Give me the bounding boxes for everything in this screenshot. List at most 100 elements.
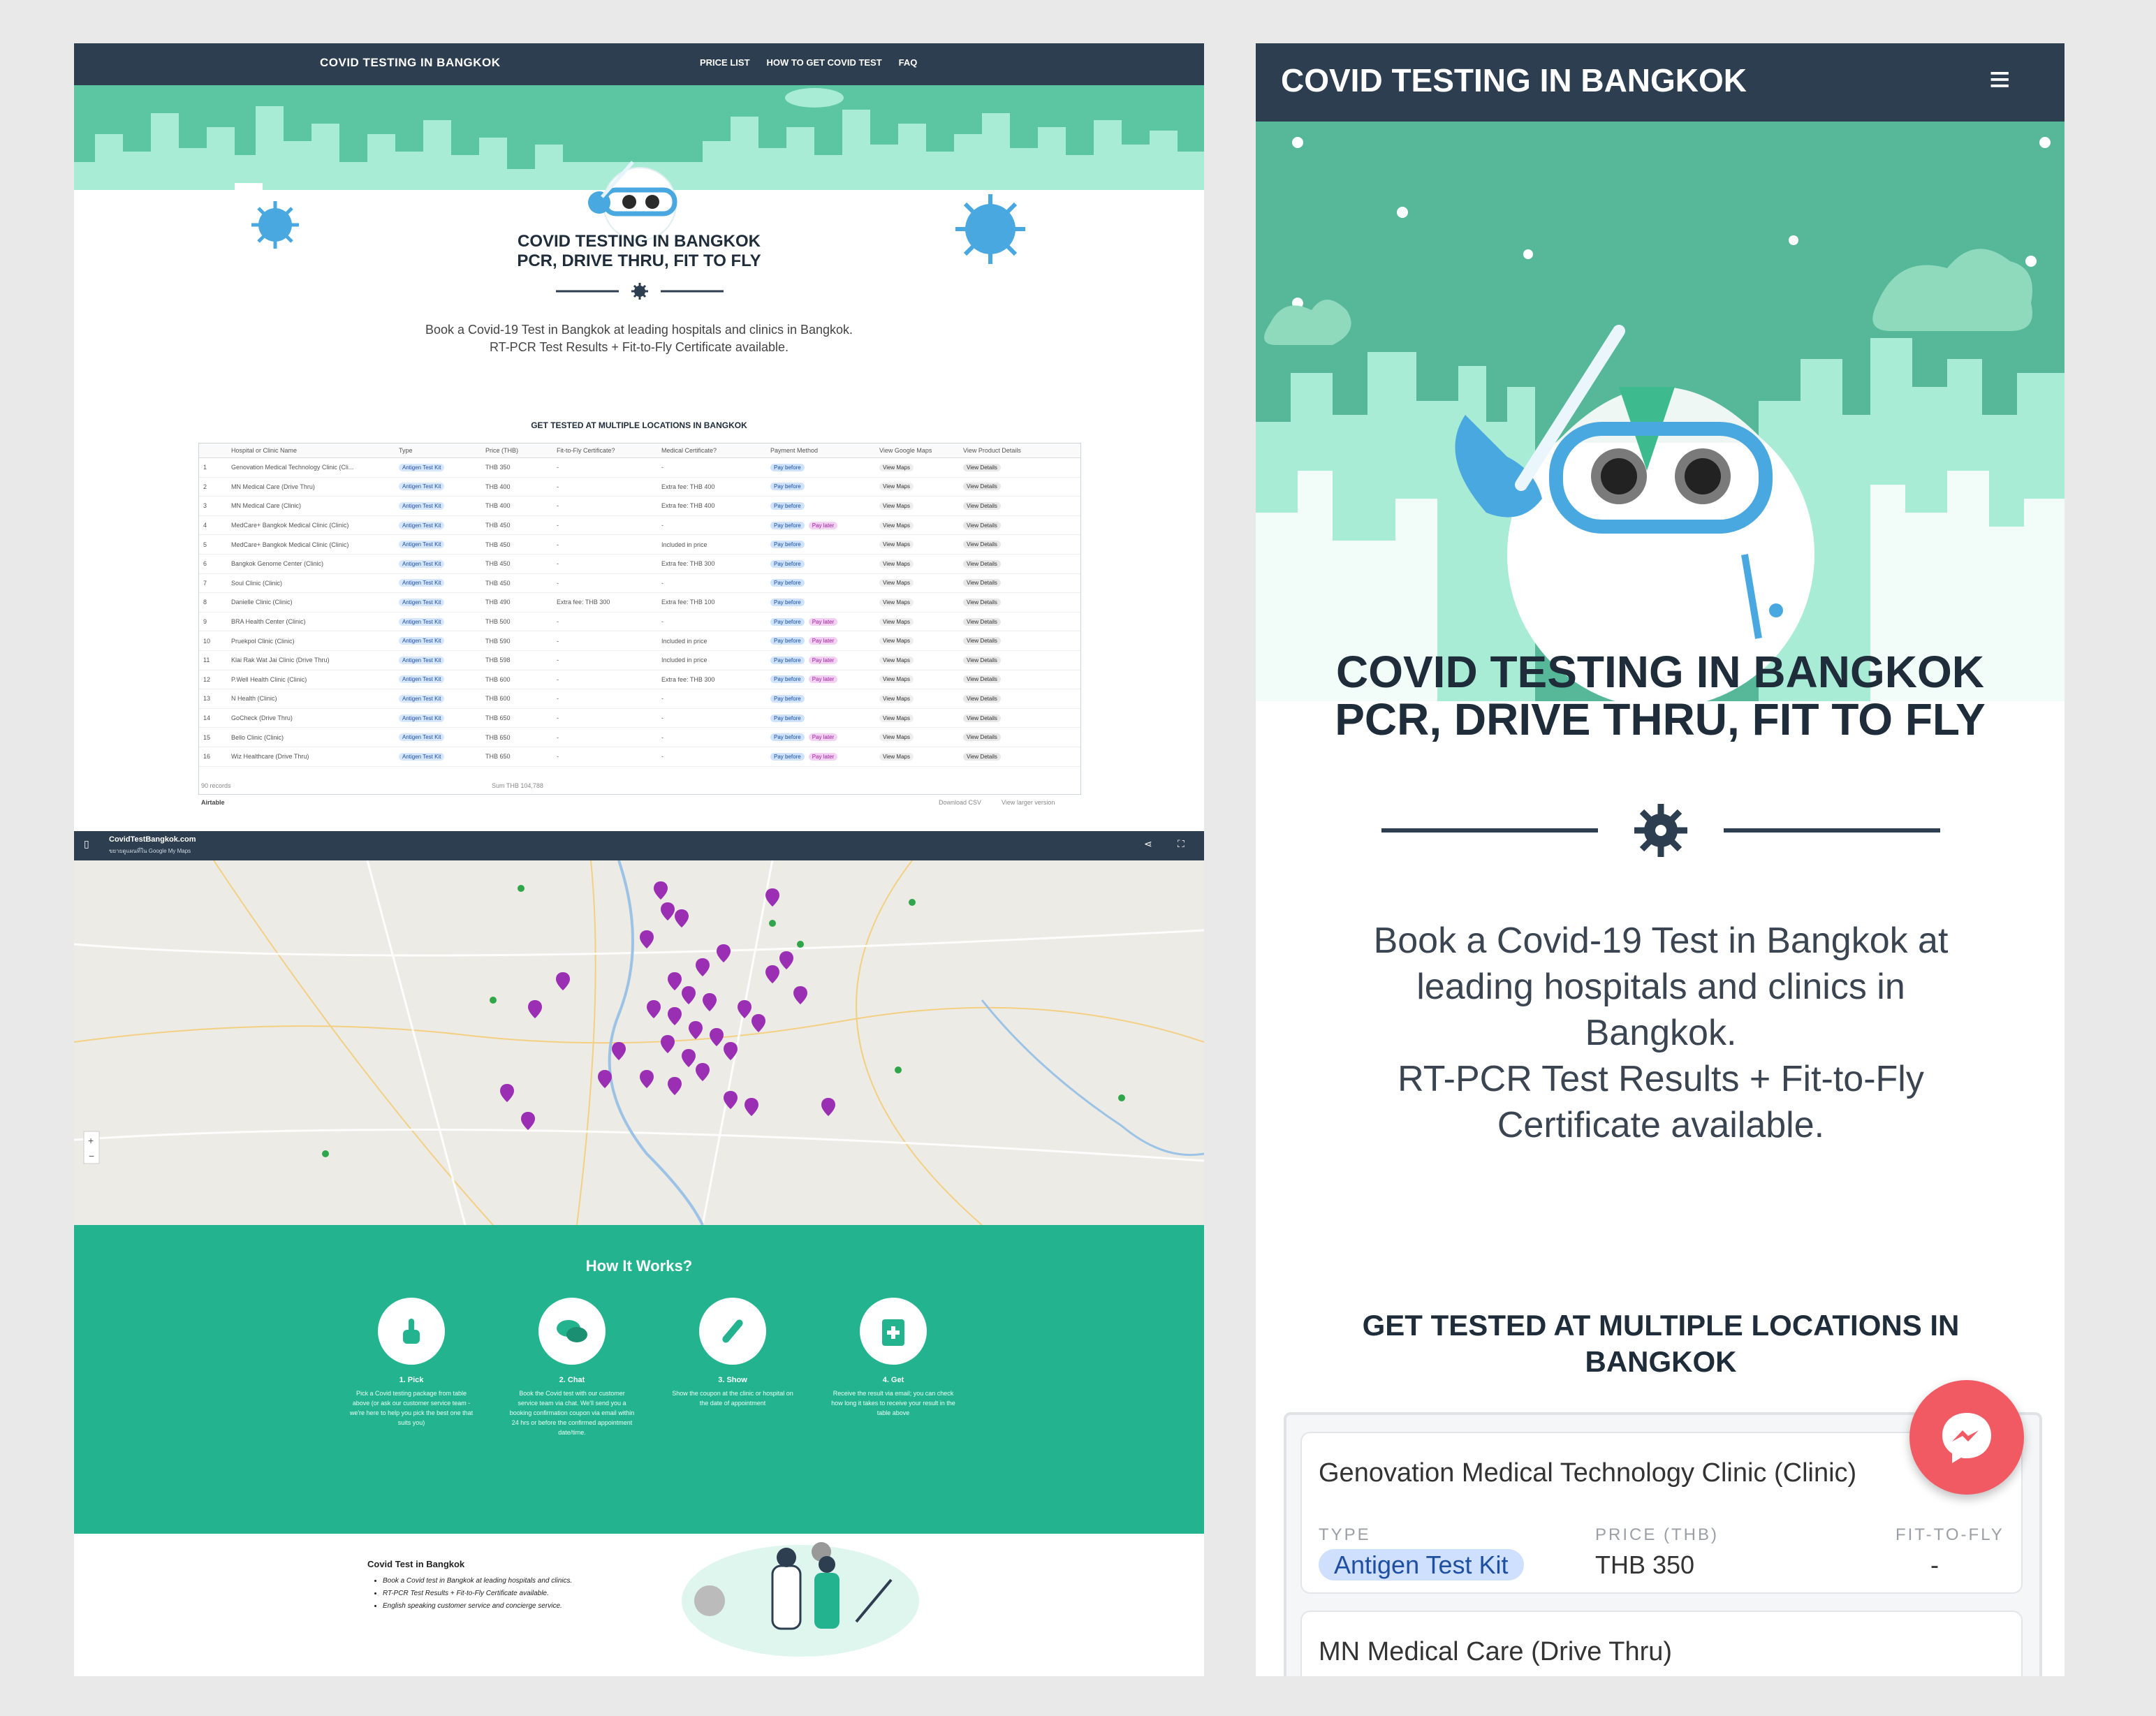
desktop-page-title: COVID TESTING IN BANGKOK PCR, DRIVE THRU…: [517, 232, 761, 270]
view-maps-button[interactable]: View Maps: [879, 656, 914, 664]
view-details-button[interactable]: View Details: [963, 559, 1001, 568]
table-row[interactable]: 16 Wiz Healthcare (Drive Thru) Antigen Tes…: [199, 747, 1080, 767]
view-details-button[interactable]: View Details: [963, 617, 1001, 626]
view-maps-button[interactable]: View Maps: [879, 675, 914, 684]
view-details-button[interactable]: View Details: [963, 675, 1001, 684]
mobile-brand[interactable]: COVID TESTING IN BANGKOK: [1281, 61, 1747, 99]
medical-staff-illustration: [682, 1542, 919, 1657]
desktop-divider-gear-icon: [556, 283, 724, 300]
hamburger-icon[interactable]: ≡: [1989, 59, 2010, 101]
test-tube-icon: [699, 1298, 766, 1365]
map-note[interactable]: ขยายดูแผนที่ใน Google My Maps: [109, 846, 191, 856]
google-map[interactable]: + −: [74, 860, 1204, 1225]
svg-text:+: +: [88, 1135, 94, 1146]
view-maps-button[interactable]: View Maps: [879, 521, 914, 529]
view-details-button[interactable]: View Details: [963, 656, 1001, 664]
view-details-button[interactable]: View Details: [963, 463, 1001, 471]
view-larger-link[interactable]: View larger version: [1002, 799, 1055, 806]
nav-faq[interactable]: FAQ: [899, 57, 918, 68]
table-row[interactable]: 5 MedCare+ Bangkok Medical Clinic (Clinic…: [199, 535, 1080, 555]
table-row[interactable]: 6 Bangkok Genome Center (Clinic) Antigen T…: [199, 555, 1080, 574]
table-body: 1 Genovation Medical Technology Clinic (C…: [199, 458, 1080, 767]
view-details-button[interactable]: View Details: [963, 733, 1001, 742]
view-details-button[interactable]: View Details: [963, 694, 1001, 703]
table-row[interactable]: 13 N Health (Clinic) Antigen Test Kit THB 6…: [199, 689, 1080, 709]
mobile-screenshot: COVID TESTING IN BANGKOK ≡ COVID TESTING…: [1256, 43, 2065, 1676]
fit-to-fly-value: -: [1930, 1550, 1939, 1579]
records-count: 90 records: [201, 782, 231, 789]
table-row[interactable]: 2 MN Medical Care (Drive Thru) Antigen Tes…: [199, 478, 1080, 497]
footer-bullets: Book a Covid test in Bangkok at leading …: [367, 1575, 598, 1613]
view-details-button[interactable]: View Details: [963, 598, 1001, 606]
view-details-button[interactable]: View Details: [963, 521, 1001, 529]
nav-how-to-get-test[interactable]: HOW TO GET COVID TEST: [767, 57, 882, 68]
view-maps-button[interactable]: View Maps: [879, 598, 914, 606]
fullscreen-icon[interactable]: ⛶: [1178, 838, 1185, 850]
step-pick: 1. Pick Pick a Covid testing package fro…: [349, 1298, 474, 1428]
clinic-name: Genovation Medical Technology Clinic (Cl…: [1319, 1458, 1857, 1488]
table-row[interactable]: 14 GoCheck (Drive Thru) Antigen Test Kit TH…: [199, 709, 1080, 728]
desktop-nav-links: PRICE LIST HOW TO GET COVID TEST FAQ: [700, 57, 917, 68]
view-maps-button[interactable]: View Maps: [879, 463, 914, 471]
table-row[interactable]: 7 Soul Clinic (Clinic) Antigen Test Kit THB…: [199, 574, 1080, 594]
table-row[interactable]: 9 BRA Health Center (Clinic) Antigen Test …: [199, 613, 1080, 632]
table-footer: 90 records Sum THB 104,788 Airtable Down…: [198, 782, 1080, 814]
view-maps-button[interactable]: View Maps: [879, 752, 914, 761]
zoom-controls[interactable]: + −: [83, 1131, 100, 1164]
svg-text:−: −: [89, 1150, 94, 1161]
view-maps-button[interactable]: View Maps: [879, 714, 914, 722]
type-pill: Antigen Test Kit: [1319, 1549, 1524, 1581]
view-details-button[interactable]: View Details: [963, 714, 1001, 722]
view-details-button[interactable]: View Details: [963, 541, 1001, 549]
view-details-button[interactable]: View Details: [963, 483, 1001, 491]
mobile-hero-illustration: [1256, 122, 2065, 701]
clinic-name: MN Medical Care (Drive Thru): [1319, 1637, 1673, 1666]
price-list-table[interactable]: Hospital or Clinic Name Type Price (THB)…: [198, 443, 1081, 795]
list-item[interactable]: MN Medical Care (Drive Thru): [1300, 1611, 2023, 1676]
table-row[interactable]: 12 P.Well Health Clinic (Clinic) Antigen T…: [199, 670, 1080, 690]
view-maps-button[interactable]: View Maps: [879, 617, 914, 626]
view-details-button[interactable]: View Details: [963, 752, 1001, 761]
view-maps-button[interactable]: View Maps: [879, 483, 914, 491]
clipboard-medical-icon: [860, 1298, 927, 1365]
view-details-button[interactable]: View Details: [963, 579, 1001, 587]
share-icon[interactable]: ⋖: [1144, 838, 1152, 850]
view-maps-button[interactable]: View Maps: [879, 559, 914, 568]
footer-text: Covid Test in Bangkok Book a Covid test …: [367, 1559, 598, 1613]
map-title[interactable]: CovidTestBangkok.com: [109, 835, 196, 844]
desktop-navbar: COVID TESTING IN BANGKOK PRICE LIST HOW …: [74, 43, 1204, 85]
airtable-logo[interactable]: Airtable: [201, 799, 225, 806]
nav-price-list[interactable]: PRICE LIST: [700, 57, 750, 68]
table-row[interactable]: 11 Klai Rak Wat Jai Clinic (Drive Thru) An…: [199, 651, 1080, 670]
view-maps-button[interactable]: View Maps: [879, 694, 914, 703]
step-get: 4. Get Receive the result via email; you…: [830, 1298, 956, 1418]
view-maps-button[interactable]: View Maps: [879, 637, 914, 645]
pick-hand-icon: [378, 1298, 445, 1365]
map-sidebar-icon[interactable]: ▯: [84, 838, 89, 850]
mobile-locations-heading: GET TESTED AT MULTIPLE LOCATIONS IN BANG…: [1362, 1309, 1960, 1378]
desktop-brand[interactable]: COVID TESTING IN BANGKOK: [320, 56, 501, 70]
table-row[interactable]: 3 MN Medical Care (Clinic) Antigen Test Ki…: [199, 497, 1080, 516]
table-header: Hospital or Clinic Name Type Price (THB)…: [199, 443, 1080, 458]
download-csv-link[interactable]: Download CSV: [939, 799, 981, 806]
desktop-subtitle: Book a Covid-19 Test in Bangkok at leadi…: [425, 323, 853, 354]
table-row[interactable]: 8 Danielle Clinic (Clinic) Antigen Test Ki…: [199, 593, 1080, 613]
view-maps-button[interactable]: View Maps: [879, 541, 914, 549]
view-details-button[interactable]: View Details: [963, 501, 1001, 510]
how-it-works-title: How It Works?: [585, 1257, 693, 1275]
type-label: TYPE: [1319, 1525, 1371, 1544]
map-header: ▯ CovidTestBangkok.com ขยายดูแผนที่ใน Go…: [74, 831, 1204, 860]
messenger-icon[interactable]: [1909, 1380, 2024, 1495]
mobile-navbar: COVID TESTING IN BANGKOK ≡: [1256, 43, 2065, 122]
view-details-button[interactable]: View Details: [963, 637, 1001, 645]
table-row[interactable]: 1 Genovation Medical Technology Clinic (C…: [199, 458, 1080, 478]
chat-bubbles-icon: [538, 1298, 606, 1365]
table-row[interactable]: 15 Bello Clinic (Clinic) Antigen Test Kit T…: [199, 728, 1080, 747]
table-row[interactable]: 4 MedCare+ Bangkok Medical Clinic (Clinic…: [199, 516, 1080, 536]
fit-to-fly-label: FIT-TO-FLY: [1895, 1525, 2004, 1544]
step-chat: 2. Chat Book the Covid test with our cus…: [509, 1298, 635, 1437]
view-maps-button[interactable]: View Maps: [879, 579, 914, 587]
table-row[interactable]: 10 Pruekpol Clinic (Clinic) Antigen Test K…: [199, 631, 1080, 651]
view-maps-button[interactable]: View Maps: [879, 501, 914, 510]
view-maps-button[interactable]: View Maps: [879, 733, 914, 742]
